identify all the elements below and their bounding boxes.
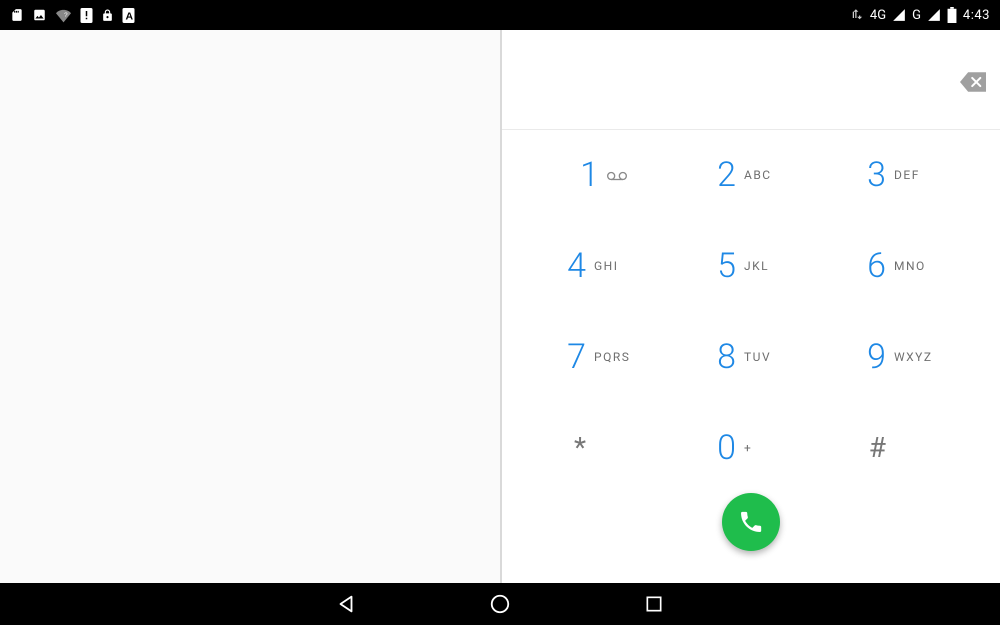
dialer-pane: 1 2 ABC 3 DEF 4 GHI 5 — [502, 30, 1000, 583]
key-9[interactable]: 9 WXYZ — [826, 312, 976, 403]
data-switch-icon — [849, 8, 864, 23]
key-digit: 9 — [862, 337, 886, 377]
svg-text:?: ? — [64, 11, 68, 18]
network1-label: 4G — [870, 8, 886, 23]
status-clock: 4:43 — [963, 8, 990, 23]
key-letters: MNO — [894, 259, 940, 273]
key-digit: 4 — [562, 246, 586, 286]
key-digit: 7 — [562, 337, 586, 377]
signal2-icon — [927, 8, 941, 22]
key-letters: DEF — [894, 168, 940, 182]
key-8[interactable]: 8 TUV — [676, 312, 826, 403]
svg-text:A: A — [126, 10, 134, 22]
contacts-pane — [0, 30, 500, 583]
key-digit: 3 — [862, 155, 886, 195]
voicemail-icon — [607, 166, 627, 185]
signal1-icon — [892, 8, 906, 22]
key-3[interactable]: 3 DEF — [826, 130, 976, 221]
nav-recent-button[interactable] — [632, 582, 676, 625]
battery-icon — [947, 7, 957, 23]
key-4[interactable]: 4 GHI — [526, 221, 676, 312]
lock-icon — [101, 8, 114, 23]
text-card-icon: A — [122, 8, 135, 23]
wifi-question-icon: ? — [55, 8, 72, 23]
key-1[interactable]: 1 — [526, 130, 676, 221]
key-digit: 2 — [712, 155, 736, 195]
key-letters: + — [744, 441, 790, 455]
key-letters: GHI — [594, 259, 640, 273]
key-letters: ABC — [744, 168, 790, 182]
image-icon — [32, 8, 47, 22]
key-2[interactable]: 2 ABC — [676, 130, 826, 221]
keypad: 1 2 ABC 3 DEF 4 GHI 5 — [502, 130, 1000, 493]
key-digit: 5 — [712, 246, 736, 286]
key-hash[interactable]: # — [826, 402, 976, 493]
key-star[interactable]: * — [526, 402, 676, 493]
nav-back-button[interactable] — [324, 582, 368, 625]
network2-label: G — [912, 8, 921, 23]
key-digit: * — [562, 431, 586, 464]
key-digit: 0 — [712, 428, 736, 468]
key-letters: WXYZ — [894, 350, 940, 364]
key-0[interactable]: 0 + — [676, 402, 826, 493]
backspace-button[interactable] — [960, 72, 986, 96]
navigation-bar — [0, 583, 1000, 625]
status-bar: ? A 4G G — [0, 0, 1000, 30]
key-6[interactable]: 6 MNO — [826, 221, 976, 312]
key-digit: 8 — [712, 337, 736, 377]
key-letters: PQRS — [594, 350, 640, 364]
key-letters: JKL — [744, 259, 790, 273]
key-digit: # — [862, 431, 886, 464]
nav-home-button[interactable] — [478, 582, 522, 625]
sd-card-icon — [10, 7, 24, 23]
key-digit: 6 — [862, 246, 886, 286]
key-5[interactable]: 5 JKL — [676, 221, 826, 312]
alert-card-icon — [80, 8, 93, 23]
key-7[interactable]: 7 PQRS — [526, 312, 676, 403]
dial-display — [502, 30, 1000, 130]
key-digit: 1 — [575, 155, 599, 195]
call-button[interactable] — [722, 493, 780, 551]
key-letters: TUV — [744, 350, 790, 364]
